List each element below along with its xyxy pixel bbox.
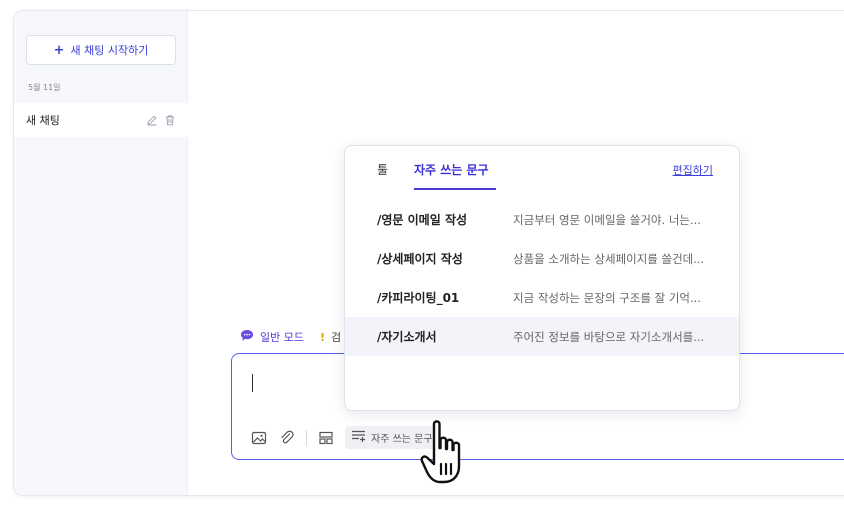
new-chat-button[interactable]: + 새 채팅 시작하기 bbox=[26, 35, 176, 65]
phrase-list: /영문 이메일 작성 지금부터 영문 이메일을 쓸거야. 너는... /상세페이… bbox=[345, 200, 739, 356]
phrase-preview: 지금 작성하는 문장의 구조를 잘 기억... bbox=[513, 290, 701, 305]
edit-link[interactable]: 편집하기 bbox=[673, 162, 713, 178]
toolbar-divider bbox=[306, 429, 307, 446]
chat-bubble-icon bbox=[240, 329, 254, 345]
phrase-preview: 주어진 정보를 바탕으로 자기소개서를... bbox=[513, 329, 705, 344]
pencil-icon[interactable] bbox=[146, 114, 158, 126]
warning-icon: ! bbox=[319, 330, 326, 344]
phrase-name: /카피라이팅_01 bbox=[377, 291, 460, 305]
chat-actions bbox=[146, 114, 176, 126]
chat-title: 새 채팅 bbox=[26, 114, 60, 127]
mode-row: 일반 모드 ! 검 bbox=[240, 329, 341, 345]
mode-label[interactable]: 일반 모드 bbox=[260, 329, 304, 345]
list-add-icon bbox=[351, 429, 367, 446]
phrase-item-hovered[interactable]: /자기소개서 주어진 정보를 바탕으로 자기소개서를... bbox=[345, 317, 739, 356]
image-icon[interactable] bbox=[250, 429, 268, 447]
phrase-item[interactable]: /영문 이메일 작성 지금부터 영문 이메일을 쓸거야. 너는... bbox=[345, 200, 739, 239]
sidebar: + 새 채팅 시작하기 5월 11일 새 채팅 bbox=[14, 11, 188, 495]
paperclip-icon[interactable] bbox=[278, 429, 296, 447]
phrase-preview: 상품을 소개하는 상세페이지를 쓸건데... bbox=[513, 251, 705, 266]
tab-frequent-phrases[interactable]: 자주 쓰는 문구 bbox=[414, 161, 489, 178]
phrase-item[interactable]: /상세페이지 작성 상품을 소개하는 상세페이지를 쓸건데... bbox=[345, 239, 739, 278]
frequent-phrases-popup: 툴 자주 쓰는 문구 편집하기 /영문 이메일 작성 지금부터 영문 이메일을 … bbox=[344, 145, 740, 411]
date-group-label: 5월 11일 bbox=[28, 83, 61, 92]
phrase-name: /상세페이지 작성 bbox=[377, 252, 463, 266]
popup-tabs: 툴 자주 쓰는 문구 편집하기 bbox=[345, 146, 739, 190]
active-tab-indicator bbox=[414, 188, 496, 190]
phrase-name: /영문 이메일 작성 bbox=[377, 213, 468, 227]
plus-icon: + bbox=[53, 42, 65, 58]
new-chat-label: 새 채팅 시작하기 bbox=[70, 44, 149, 57]
hand-cursor-icon bbox=[420, 420, 461, 484]
phrase-item[interactable]: /카피라이팅_01 지금 작성하는 문장의 구조를 잘 기억... bbox=[345, 278, 739, 317]
tab-tool[interactable]: 툴 bbox=[377, 161, 388, 178]
chat-list-item[interactable]: 새 채팅 bbox=[14, 103, 188, 137]
composer-toolbar: 자주 쓰는 문구 bbox=[250, 426, 439, 449]
phrase-name: /자기소개서 bbox=[377, 330, 437, 344]
phrase-preview: 지금부터 영문 이메일을 쓸거야. 너는... bbox=[513, 212, 701, 227]
search-mode-label[interactable]: 검 bbox=[331, 329, 341, 345]
layout-grid-icon[interactable] bbox=[317, 429, 335, 447]
trash-icon[interactable] bbox=[164, 114, 176, 126]
text-caret bbox=[252, 374, 253, 392]
